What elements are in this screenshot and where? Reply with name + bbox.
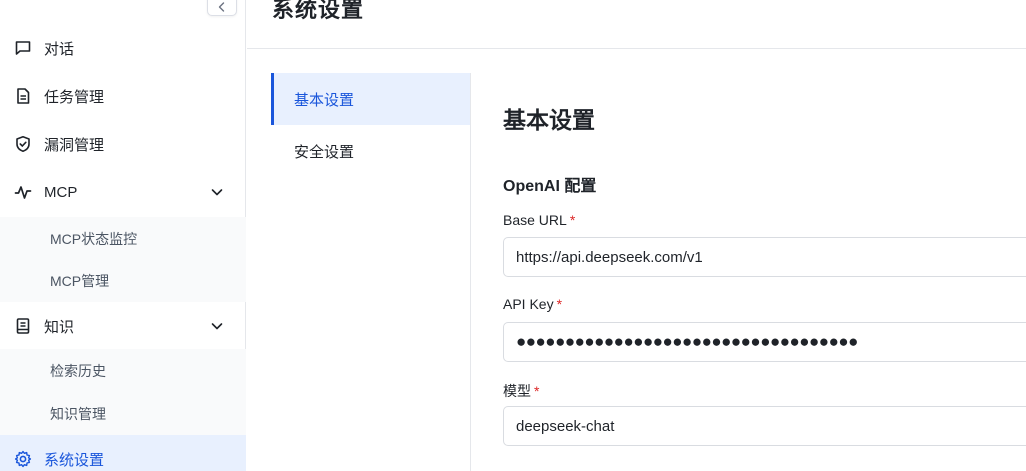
sidebar-item-label: 知识 (44, 318, 75, 336)
base-url-label-text: Base URL (503, 212, 567, 228)
sidebar-item-label: MCP (44, 183, 78, 201)
document-icon (14, 87, 32, 105)
sidebar-item-label: 漏洞管理 (44, 136, 105, 154)
chevron-down-icon (211, 323, 223, 330)
sidebar-item-chat[interactable]: 对话 (0, 24, 246, 72)
chevron-left-icon (218, 2, 225, 12)
tab-security-settings[interactable]: 安全设置 (271, 125, 470, 177)
model-label-text: 模型 (503, 383, 531, 399)
required-mark: * (534, 383, 540, 399)
sidebar-subitem-mcp-manage[interactable]: MCP管理 (0, 260, 246, 302)
page-header: 系统设置 (247, 0, 1026, 49)
group-title: OpenAI 配置 (503, 178, 597, 195)
sidebar-subitem-search-history[interactable]: 检索历史 (0, 350, 246, 392)
model-label: 模型 * (503, 381, 539, 401)
api-key-label-text: API Key (503, 296, 554, 312)
settings-content: 基本设置 OpenAI 配置 Base URL * https://api.dee… (471, 73, 1026, 471)
gear-icon (14, 450, 32, 468)
sidebar-item-knowledge[interactable]: 知识 (0, 302, 246, 350)
sidebar-item-mcp[interactable]: MCP (0, 168, 246, 216)
tab-basic-settings[interactable]: 基本设置 (271, 73, 470, 125)
chat-bubble-icon (14, 39, 32, 57)
sidebar-item-label: 系统设置 (44, 451, 105, 469)
sidebar-item-vulnerabilities[interactable]: 漏洞管理 (0, 120, 246, 168)
book-list-icon (14, 317, 32, 335)
page-title: 系统设置 (272, 0, 365, 22)
sidebar-item-system-settings[interactable]: 系统设置 (0, 435, 246, 471)
activity-pulse-icon (14, 183, 32, 201)
base-url-label: Base URL * (503, 212, 575, 228)
model-input[interactable]: deepseek-chat (503, 406, 1026, 446)
base-url-input[interactable]: https://api.deepseek.com/v1 (503, 237, 1026, 277)
mcp-submenu: MCP状态监控 MCP管理 (0, 217, 246, 302)
api-key-input[interactable]: ●●●●●●●●●●●●●●●●●●●●●●●●●●●●●●●●●●● (503, 322, 1026, 362)
sidebar-item-tasks[interactable]: 任务管理 (0, 72, 246, 120)
section-title: 基本设置 (503, 107, 595, 133)
api-key-label: API Key * (503, 296, 562, 312)
knowledge-submenu: 检索历史 知识管理 (0, 349, 246, 435)
shield-check-icon (14, 135, 32, 153)
chevron-down-icon (211, 189, 223, 196)
collapse-sidebar-button[interactable] (207, 0, 237, 16)
app-root: 对话 任务管理 漏洞管理 MCP MCP状态监控 MCP管理 知识 检索历史 知… (0, 0, 1026, 471)
sidebar-subitem-mcp-monitor[interactable]: MCP状态监控 (0, 218, 246, 260)
required-mark: * (556, 296, 563, 312)
sidebar-item-label: 对话 (44, 40, 75, 58)
sidebar: 对话 任务管理 漏洞管理 MCP MCP状态监控 MCP管理 知识 检索历史 知… (0, 0, 246, 471)
settings-nav: 基本设置 安全设置 (271, 73, 471, 471)
sidebar-subitem-knowledge-manage[interactable]: 知识管理 (0, 393, 246, 435)
required-mark: * (569, 212, 576, 228)
sidebar-item-label: 任务管理 (44, 88, 105, 106)
